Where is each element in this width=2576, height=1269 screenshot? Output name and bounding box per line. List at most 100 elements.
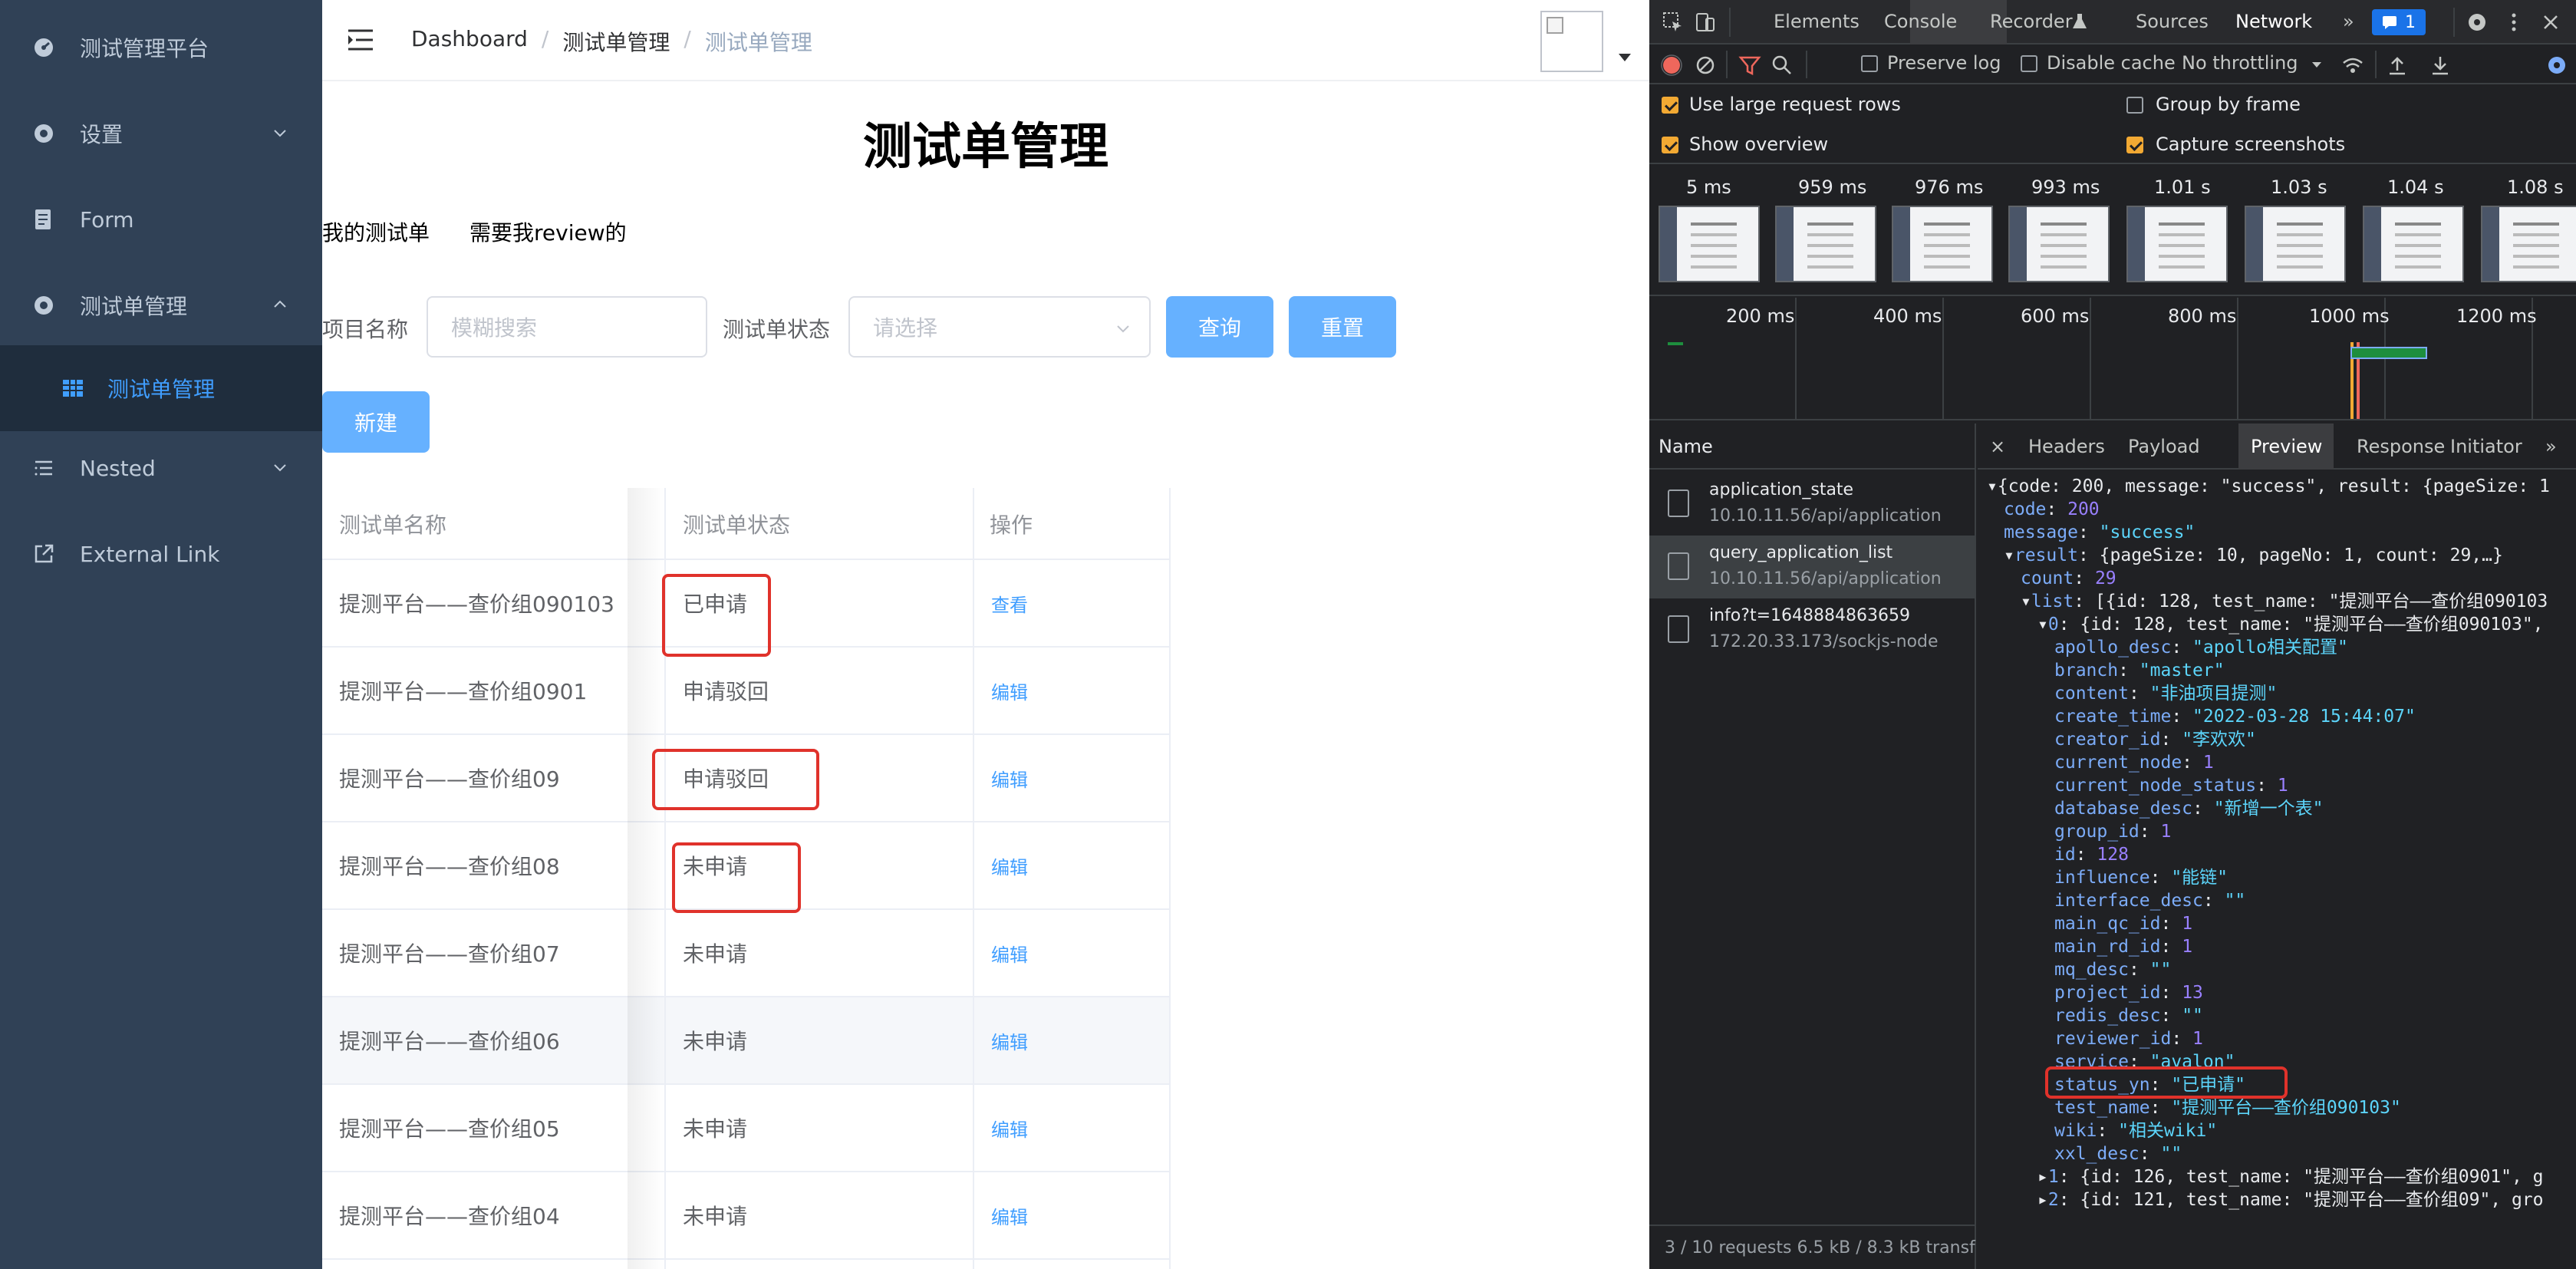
avatar[interactable] [1540, 11, 1603, 72]
large-rows-checkbox[interactable] [1662, 97, 1678, 114]
screenshot-thumbnail[interactable] [2008, 206, 2110, 282]
tab-payload[interactable]: Payload [2128, 436, 2200, 457]
more-detail-tabs-button[interactable]: » [2545, 436, 2557, 457]
gear-icon[interactable] [2545, 54, 2568, 77]
table-row: 提测平台——查价组06 未申请 编辑 [322, 997, 1171, 1085]
json-line[interactable]: ▾list: [{id: 128, test_name: "提测平台——查价组0… [2021, 589, 2548, 614]
sidebar-item-settings[interactable]: 设置 [0, 91, 322, 176]
json-line: branch: "master" [2054, 661, 2225, 681]
tab-initiator[interactable]: Initiator [2450, 436, 2522, 457]
timeline-label: 1000 ms [2309, 305, 2390, 327]
inspect-icon[interactable] [1662, 11, 1685, 34]
breadcrumb-test-orders[interactable]: 测试单管理 [562, 26, 670, 57]
disable-cache-checkbox[interactable] [2021, 55, 2037, 72]
json-line[interactable]: ▸1: {id: 126, test_name: "提测平台——查价组0901"… [2037, 1165, 2544, 1189]
tab-elements[interactable]: Elements [1774, 11, 1860, 32]
edit-link[interactable]: 编辑 [991, 822, 1028, 908]
request-row[interactable]: application_state 10.10.11.56/api/applic… [1649, 473, 1976, 536]
toolbar-divider [2375, 51, 2377, 78]
screenshot-thumbnail[interactable] [1659, 206, 1760, 282]
screenshot-thumbnail[interactable] [2245, 206, 2346, 282]
json-line[interactable]: ▾0: {id: 128, test_name: "提测平台——查价组09010… [2037, 612, 2544, 637]
preserve-log-checkbox[interactable] [1861, 55, 1878, 72]
tab-recorder[interactable]: Recorder [1990, 11, 2073, 32]
show-overview-checkbox[interactable] [1662, 137, 1678, 153]
edit-link[interactable]: 编辑 [991, 1172, 1028, 1258]
timeline-gridline [2090, 298, 2091, 420]
chevron-down-icon [1117, 325, 1129, 333]
sidebar-item-test-orders[interactable]: 测试单管理 [0, 262, 322, 348]
tab-network[interactable]: Network [2235, 11, 2312, 32]
breadcrumb-dashboard[interactable]: Dashboard [411, 26, 528, 57]
screenshot-thumbnail[interactable] [1775, 206, 1876, 282]
name-column-header[interactable]: Name [1649, 424, 1976, 470]
capture-screenshots-checkbox[interactable] [2126, 137, 2143, 153]
screenshot-time: 1.03 s [2271, 176, 2327, 198]
more-tabs-button[interactable]: » [2343, 11, 2354, 32]
close-icon[interactable] [2539, 11, 2562, 34]
search-icon[interactable] [1771, 54, 1794, 77]
screenshot-time: 976 ms [1915, 176, 1984, 198]
sidebar-item-home[interactable]: 测试管理平台 [0, 5, 322, 91]
hamburger-icon[interactable] [347, 28, 374, 52]
json-line: main_qc_id: 1 [2054, 914, 2193, 934]
gear-icon[interactable] [2466, 11, 2489, 34]
request-row[interactable]: info?t=1648884863659 172.20.33.173/sockj… [1649, 598, 1976, 661]
device-toolbar-icon[interactable] [1694, 11, 1717, 34]
tab-need-review[interactable]: 需要我review的 [469, 216, 627, 247]
screenshot-thumbnail[interactable] [2363, 206, 2464, 282]
screenshot-time: 959 ms [1798, 176, 1867, 198]
edit-link[interactable]: 编辑 [991, 1085, 1028, 1171]
clear-icon[interactable] [1694, 54, 1717, 77]
kebab-menu-icon[interactable] [2502, 11, 2525, 34]
sidebar-item-form[interactable]: Form [0, 176, 322, 262]
filter-icon[interactable] [1738, 54, 1761, 77]
toolbar-divider [1806, 51, 1807, 78]
tab-my-orders[interactable]: 我的测试单 [322, 216, 430, 247]
close-detail-button[interactable]: × [1990, 436, 2005, 457]
sidebar-item-nested[interactable]: Nested [0, 425, 322, 511]
reset-button[interactable]: 重置 [1289, 296, 1396, 358]
json-line[interactable]: ▸2: {id: 121, test_name: "提测平台——查价组09", … [2037, 1188, 2544, 1212]
tab-console[interactable]: Console [1884, 11, 1957, 32]
json-line[interactable]: ▾result: {pageSize: 10, pageNo: 1, count… [2004, 543, 2503, 568]
sidebar-item-label: 测试单管理 [80, 294, 188, 319]
throttling-select[interactable]: No throttling [2182, 52, 2298, 74]
upload-icon[interactable] [2386, 54, 2409, 77]
edit-link[interactable]: 编辑 [991, 997, 1028, 1083]
group-by-frame-checkbox[interactable] [2126, 97, 2143, 114]
caret-down-icon[interactable] [1619, 54, 1631, 61]
edit-link[interactable]: 编辑 [991, 735, 1028, 821]
json-line[interactable]: ▾{code: 200, message: "success", result:… [1987, 474, 2550, 499]
tab-sources[interactable]: Sources [2136, 11, 2209, 32]
chevron-down-icon [274, 130, 286, 137]
request-row-selected[interactable]: query_application_list 10.10.11.56/api/a… [1649, 536, 1976, 598]
network-timeline[interactable]: 200 ms 400 ms 600 ms 800 ms 1000 ms 1200… [1649, 298, 2576, 420]
view-link[interactable]: 查看 [991, 560, 1028, 646]
request-name: query_application_list [1709, 543, 1893, 562]
row-name: 提测平台——查价组04 [339, 1204, 560, 1229]
sidebar-item-external-link[interactable]: External Link [0, 511, 322, 597]
sidebar-item-label: External Link [80, 541, 220, 567]
status-select[interactable]: 请选择 [848, 296, 1151, 358]
breadcrumb-separator: / [684, 26, 691, 51]
network-conditions-icon[interactable] [2341, 54, 2364, 77]
issues-count: 1 [2405, 12, 2416, 32]
project-name-input[interactable]: 模糊搜索 [427, 296, 707, 358]
tab-headers[interactable]: Headers [2028, 436, 2105, 457]
screenshot-thumbnail[interactable] [2481, 206, 2576, 282]
issues-badge[interactable]: 1 [2372, 9, 2426, 35]
screenshot-thumbnail[interactable] [2126, 206, 2228, 282]
new-button[interactable]: 新建 [322, 391, 430, 453]
tab-response[interactable]: Response [2357, 436, 2445, 457]
screenshot-thumbnail[interactable] [1892, 206, 1993, 282]
edit-link[interactable]: 编辑 [991, 648, 1028, 733]
tab-preview[interactable]: Preview [2251, 436, 2322, 457]
sidebar-subitem-test-orders[interactable]: 测试单管理 [0, 345, 322, 431]
row-status: 未申请 [683, 1116, 748, 1142]
record-icon[interactable] [1660, 54, 1683, 77]
dashboard-icon [31, 35, 57, 61]
query-button[interactable]: 查询 [1166, 296, 1273, 358]
download-icon[interactable] [2429, 54, 2452, 77]
edit-link[interactable]: 编辑 [991, 910, 1028, 996]
